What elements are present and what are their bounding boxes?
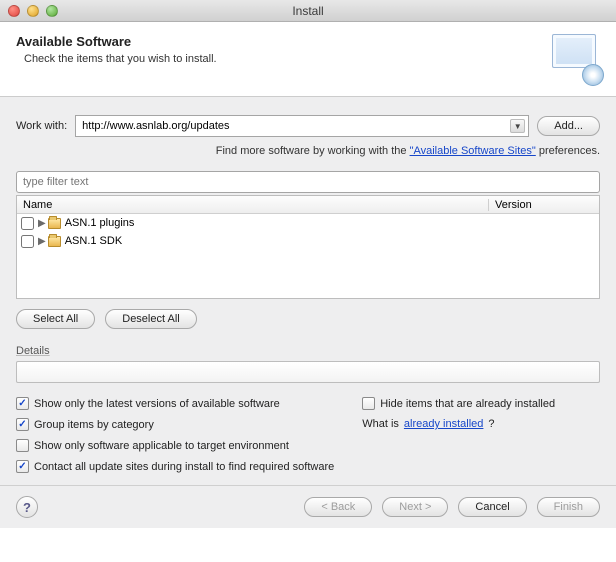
already-installed-hint: What is already installed? [362,418,555,430]
sites-hint: Find more software by working with the "… [16,145,600,157]
table-header: Name Version [17,196,599,214]
minimize-window-button[interactable] [27,5,39,17]
already-installed-link[interactable]: already installed [404,418,484,430]
group-by-category-checkbox[interactable]: ✓ [16,418,29,431]
work-with-label: Work with: [16,120,67,132]
traffic-lights [0,5,58,17]
row-checkbox[interactable] [21,217,34,230]
contact-sites-label: Contact all update sites during install … [34,461,334,473]
titlebar: Install [0,0,616,22]
group-by-category-label: Group items by category [34,419,154,431]
page-title: Available Software [16,34,217,49]
page-subtitle: Check the items that you wish to install… [16,53,217,65]
options-area: ✓ Show only the latest versions of avail… [16,397,600,473]
hide-installed-label: Hide items that are already installed [380,398,555,410]
work-with-combo[interactable]: http://www.asnlab.org/updates ▼ [75,115,529,137]
column-name[interactable]: Name [17,199,489,211]
available-sites-link[interactable]: "Available Software Sites" [410,145,536,157]
latest-versions-label: Show only the latest versions of availab… [34,398,280,410]
chevron-down-icon[interactable]: ▼ [510,119,525,133]
disclosure-triangle-icon[interactable]: ▶ [38,218,46,229]
back-button[interactable]: < Back [304,497,372,517]
next-button[interactable]: Next > [382,497,448,517]
window-title: Install [0,4,616,18]
wizard-footer: ? < Back Next > Cancel Finish [0,485,616,528]
filter-input[interactable] [16,171,600,193]
add-button[interactable]: Add... [537,116,600,136]
help-icon[interactable]: ? [16,496,38,518]
latest-versions-checkbox[interactable]: ✓ [16,397,29,410]
zoom-window-button[interactable] [46,5,58,17]
wizard-header: Available Software Check the items that … [0,22,616,97]
column-version[interactable]: Version [489,199,599,211]
row-label: ASN.1 plugins [65,217,135,229]
details-box [16,361,600,383]
contact-sites-checkbox[interactable]: ✓ [16,460,29,473]
details-label: Details [16,345,600,357]
row-checkbox[interactable] [21,235,34,248]
finish-button[interactable]: Finish [537,497,600,517]
work-with-row: Work with: http://www.asnlab.org/updates… [16,115,600,137]
table-row[interactable]: ▶ ASN.1 plugins [17,214,599,232]
select-all-button[interactable]: Select All [16,309,95,329]
applicable-only-checkbox[interactable] [16,439,29,452]
install-icon [552,34,600,82]
cancel-button[interactable]: Cancel [458,497,526,517]
work-with-value: http://www.asnlab.org/updates [82,120,229,132]
wizard-body: Work with: http://www.asnlab.org/updates… [0,97,616,485]
applicable-only-label: Show only software applicable to target … [34,440,289,452]
folder-icon [48,218,61,229]
disclosure-triangle-icon[interactable]: ▶ [38,236,46,247]
folder-icon [48,236,61,247]
close-window-button[interactable] [8,5,20,17]
software-table: Name Version ▶ ASN.1 plugins ▶ ASN.1 SDK [16,195,600,299]
row-label: ASN.1 SDK [65,235,122,247]
table-row[interactable]: ▶ ASN.1 SDK [17,232,599,250]
hide-installed-checkbox[interactable] [362,397,375,410]
deselect-all-button[interactable]: Deselect All [105,309,196,329]
